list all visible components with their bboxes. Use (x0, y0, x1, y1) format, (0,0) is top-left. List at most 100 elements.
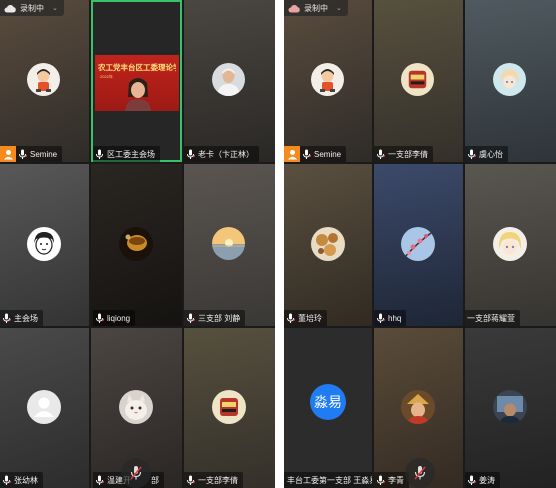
participant-label: 虞心怡 (465, 146, 508, 162)
presenter-image (125, 78, 151, 111)
mic-muted-icon (130, 466, 142, 480)
anime-girl-icon (493, 63, 526, 96)
tin-badge-icon (401, 63, 434, 96)
teacup-photo-icon (119, 227, 153, 261)
participant-label: 区工委主会场 (93, 146, 160, 162)
participant-label: Semine (16, 146, 63, 162)
mic-icon (2, 475, 11, 486)
participant-name: Semine (314, 149, 342, 159)
participant-label: 三支部 刘静 (184, 310, 246, 326)
gaming-photo-icon (493, 390, 527, 424)
video-tile[interactable]: Semine (284, 0, 372, 162)
recording-indicator[interactable]: 录制中 ⌄ (0, 0, 64, 16)
mic-muted-icon (414, 466, 426, 480)
participant-label: liqiong (93, 310, 136, 326)
participant-name: 三支部 刘静 (198, 313, 241, 323)
cookies-photo-icon (311, 227, 345, 261)
mic-icon (95, 475, 104, 486)
video-tile[interactable]: 老卡（卞正林） (184, 0, 275, 162)
participant-name: 一支部李倩 (388, 149, 428, 159)
mic-icon (186, 313, 195, 324)
participant-name: 虞心怡 (479, 149, 503, 159)
mic-icon (376, 313, 385, 324)
video-tile[interactable]: 虞心怡 (465, 0, 556, 162)
mic-icon (18, 149, 27, 160)
video-tile[interactable]: 董培玲 (284, 164, 372, 326)
old-man-photo-icon (212, 63, 245, 96)
participant-name-tail: 部 (151, 475, 159, 485)
avatar (119, 390, 153, 424)
participant-name: 老卡（卞正林） (198, 149, 254, 159)
video-tile[interactable]: 姜涛 (465, 328, 556, 488)
avatar (212, 63, 245, 96)
mic-icon (286, 313, 295, 324)
video-tile[interactable]: 张幼林 (0, 328, 89, 488)
video-tile[interactable]: liqiong (91, 164, 182, 326)
video-tile[interactable]: 一支部蒋耀萱 (465, 164, 556, 326)
participant-name: 张幼林 (14, 475, 38, 485)
cartoon-kid-icon (27, 63, 60, 96)
mic-icon (186, 149, 195, 160)
mute-toggle-button[interactable] (405, 458, 435, 488)
video-tile[interactable]: 淼易 丰台工委第一支部 王淼易 (284, 328, 372, 488)
participant-name: Semine (30, 149, 58, 159)
avatar (311, 227, 345, 261)
participant-name: 一支部蒋耀萱 (467, 313, 515, 323)
avatar (212, 390, 246, 424)
tin-badge-icon (212, 390, 246, 424)
participant-name: 姜涛 (479, 475, 495, 485)
video-tile[interactable]: Semine (0, 0, 89, 162)
cloud-icon (288, 4, 300, 12)
avatar (401, 227, 435, 261)
video-tile[interactable]: hhq (374, 164, 463, 326)
participant-label: 一支部蒋耀萱 (465, 310, 520, 326)
video-tile[interactable]: 三支部 刘静 (184, 164, 275, 326)
mic-icon (95, 313, 104, 324)
participant-name: 一支部李倩 (198, 475, 238, 485)
mic-icon (186, 475, 195, 486)
avatar (27, 390, 61, 424)
participant-label: 李青 (374, 472, 409, 488)
avatar (119, 227, 153, 261)
plum-blossom-icon (401, 227, 435, 261)
sunset-photo-icon (212, 227, 245, 260)
video-tile[interactable]: 一支部李倩 (374, 0, 463, 162)
host-badge (0, 146, 16, 162)
mute-toggle-button[interactable] (121, 458, 151, 488)
anime-blond-icon (493, 227, 527, 261)
avatar (27, 227, 61, 261)
cloud-icon (4, 4, 16, 12)
cartoon-kid-icon (311, 63, 344, 96)
participant-label: 老卡（卞正林） (184, 146, 259, 162)
mic-icon (467, 475, 476, 486)
avatar (493, 390, 527, 424)
person-icon (3, 149, 13, 159)
participant-name: hhq (388, 313, 402, 323)
cat-photo-icon (119, 390, 153, 424)
avatar (493, 227, 527, 261)
host-badge (284, 146, 300, 162)
avatar (401, 63, 434, 96)
avatar (212, 227, 245, 260)
participant-label: Semine (300, 146, 347, 162)
avatar (311, 63, 344, 96)
recording-label: 录制中 (20, 3, 44, 13)
mic-icon (2, 313, 11, 324)
chevron-down-icon[interactable]: ⌄ (52, 4, 58, 12)
mic-icon (467, 149, 476, 160)
banner-title: 农工党丰台区工委理论学习 (98, 63, 176, 72)
video-feed: 农工党丰台区工委理论学习 2022年 (95, 55, 179, 111)
mic-icon (302, 149, 311, 160)
sketch-boy-icon (27, 227, 61, 261)
participant-name: liqiong (107, 313, 131, 323)
chevron-down-icon[interactable]: ⌄ (336, 4, 342, 12)
video-tile[interactable]: 主会场 (0, 164, 89, 326)
recording-indicator[interactable]: 录制中 ⌄ (284, 0, 348, 16)
video-tile-active[interactable]: 农工党丰台区工委理论学习 2022年 区工委主会场 (91, 0, 182, 162)
avatar (401, 390, 435, 424)
participant-name: 区工委主会场 (107, 149, 155, 159)
participant-label: 主会场 (0, 310, 43, 326)
banner-subtitle: 2022年 (100, 74, 113, 79)
video-tile[interactable]: 一支部李倩 (184, 328, 275, 488)
participant-label: 丰台工委第一支部 王淼易 (284, 472, 372, 488)
